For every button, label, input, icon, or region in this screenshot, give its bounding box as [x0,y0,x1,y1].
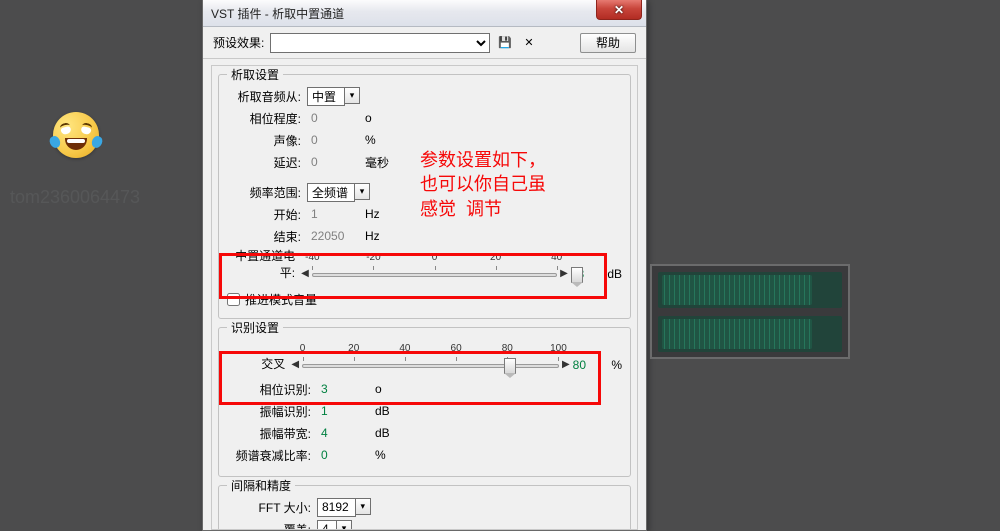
cross-label: 交叉 [227,355,288,378]
dropdown-caret-icon: ▾ [356,498,371,515]
ampid-unit: dB [365,404,405,418]
ampbw-value[interactable]: 4 [317,426,365,440]
cross-slider-row: 交叉 ◀ 0 20 40 60 80 100 [227,342,622,378]
close-x-icon: ✕ [614,3,624,17]
dialog-title: VST 插件 - 析取中置通道 [211,5,344,22]
decay-value[interactable]: 0 [317,448,365,462]
center-level-slider[interactable]: -40 -20 0 20 40 [312,253,557,287]
dropdown-caret-icon: ▾ [337,520,352,531]
phaseid-value[interactable]: 3 [317,382,365,396]
delay-label: 延迟: [227,154,307,171]
ampbw-label: 振幅带宽: [227,425,317,442]
tick-label: 20 [348,343,359,354]
center-level-slider-row: 中置通道电平: ◀ -40 -20 0 20 40 ▶ [227,247,622,287]
nudge-right-icon[interactable]: ▶ [562,359,570,378]
source-label: 析取音频从: [227,88,307,105]
toolbar: 预设效果: 💾 ✕ 帮助 [203,27,646,59]
delay-unit: 毫秒 [355,154,395,171]
tick-label: -20 [366,252,380,263]
tick-label: 100 [550,343,567,354]
annotation-text: 参数设置如下， 也可以你自己虽 感觉 调节 [420,148,546,221]
end-value[interactable]: 22050 [307,229,355,243]
range-label: 频率范围: [227,184,307,201]
group-identify-settings: 识别设置 交叉 ◀ 0 20 40 60 80 100 [218,327,631,477]
group2-legend: 识别设置 [227,319,283,336]
phaseid-unit: o [365,382,405,396]
titlebar[interactable]: VST 插件 - 析取中置通道 ✕ [203,0,646,27]
tick-label: 40 [399,343,410,354]
tick-label: 80 [502,343,513,354]
range-value: 全频谱 [307,183,355,202]
waveform-preview [650,264,850,359]
pan-unit: % [355,133,395,147]
overlap-select[interactable]: 4 ▾ [317,520,352,531]
tick-label: 0 [432,252,438,263]
fft-label: FFT 大小: [227,499,317,516]
phase-value[interactable]: 0 [307,111,355,125]
preset-select[interactable] [270,33,490,53]
center-level-label: 中置通道电平: [227,247,298,287]
nudge-right-icon[interactable]: ▶ [560,268,568,287]
tick-label: 40 [551,252,562,263]
phaseid-label: 相位识别: [227,381,317,398]
pan-value[interactable]: 0 [307,133,355,147]
overlap-label: 覆盖: [227,521,317,531]
ampid-value[interactable]: 1 [317,404,365,418]
dropdown-caret-icon: ▾ [355,183,370,200]
phase-unit: o [355,111,395,125]
end-unit: Hz [355,229,395,243]
source-select[interactable]: 中置 ▾ [307,87,360,106]
body-inner[interactable]: 析取设置 析取音频从: 中置 ▾ 相位程度: 0 o 声像: 0 % [211,65,638,530]
nudge-left-icon[interactable]: ◀ [301,268,309,287]
range-select[interactable]: 全频谱 ▾ [307,183,370,202]
phase-label: 相位程度: [227,110,307,127]
decay-unit: % [365,448,405,462]
fft-select[interactable]: 8192 ▾ [317,498,371,517]
cross-slider[interactable]: 0 20 40 60 80 100 [302,344,559,378]
slider-thumb[interactable] [571,267,583,283]
preset-label: 预设效果: [213,34,264,51]
delay-value[interactable]: 0 [307,155,355,169]
push-mode-label: 推进模式音量 [245,291,317,308]
nudge-left-icon[interactable]: ◀ [291,359,299,378]
tick-label: 0 [300,343,306,354]
end-label: 结束: [227,228,307,245]
laugh-emoji-icon[interactable] [53,112,99,158]
pan-label: 声像: [227,132,307,149]
fft-value: 8192 [317,498,356,517]
delete-preset-icon[interactable]: ✕ [520,34,538,52]
ampbw-unit: dB [365,426,405,440]
ampid-label: 振幅识别: [227,403,317,420]
slider-thumb[interactable] [504,358,516,374]
push-mode-checkbox[interactable] [227,293,240,306]
dropdown-caret-icon: ▾ [345,87,360,104]
help-button[interactable]: 帮助 [580,33,636,53]
group1-legend: 析取设置 [227,66,283,83]
source-value: 中置 [307,87,345,106]
cross-value[interactable]: 80 [573,358,601,378]
vst-plugin-dialog: VST 插件 - 析取中置通道 ✕ 预设效果: 💾 ✕ 帮助 析取设置 析取音频… [202,0,647,531]
group-interval-precision: 间隔和精度 FFT 大小: 8192 ▾ 覆盖: 4 ▾ [218,485,631,530]
close-button[interactable]: ✕ [596,0,642,20]
tick-label: -40 [305,252,319,263]
desktop-icon-caption: tom2360064473 [0,185,150,209]
decay-label: 频谱衰减比率: [227,447,317,464]
tick-label: 60 [451,343,462,354]
start-value[interactable]: 1 [307,207,355,221]
overlap-value: 4 [317,520,337,531]
desktop-area: tom2360064473 [0,0,200,530]
start-label: 开始: [227,206,307,223]
group3-legend: 间隔和精度 [227,477,295,494]
center-level-unit: dB [599,267,622,287]
save-preset-icon[interactable]: 💾 [496,34,514,52]
body-scroll-area: 析取设置 析取音频从: 中置 ▾ 相位程度: 0 o 声像: 0 % [203,59,646,530]
start-unit: Hz [355,207,395,221]
tick-label: 20 [490,252,501,263]
cross-unit: % [603,358,622,378]
